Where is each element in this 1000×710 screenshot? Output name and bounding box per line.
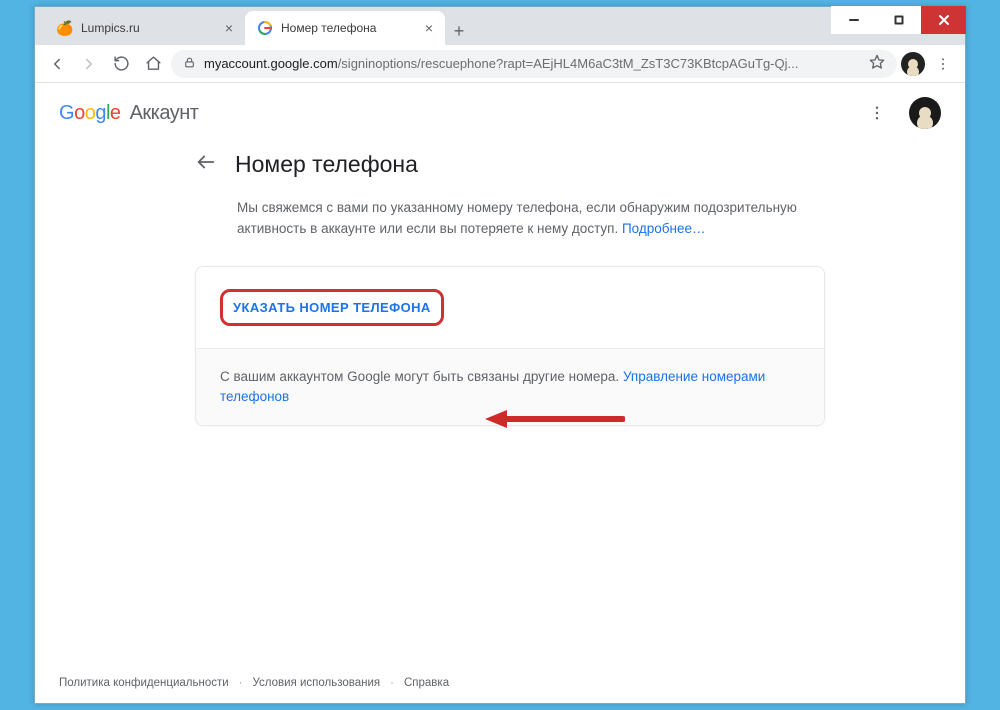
back-button[interactable]: [43, 50, 71, 78]
url-text: myaccount.google.com/signinoptions/rescu…: [204, 56, 861, 71]
back-arrow-icon[interactable]: [195, 151, 217, 178]
help-link[interactable]: Справка: [404, 677, 449, 689]
google-favicon-icon: [257, 20, 273, 36]
tab-phone-number[interactable]: Номер телефона ×: [245, 11, 445, 45]
home-button[interactable]: [139, 50, 167, 78]
browser-toolbar: myaccount.google.com/signinoptions/rescu…: [35, 45, 965, 83]
card-info: С вашим аккаунтом Google могут быть связ…: [196, 348, 824, 426]
minimize-button[interactable]: [831, 6, 876, 34]
browser-window: 🍊 Lumpics.ru × Номер телефона × + myacco…: [34, 6, 966, 704]
header-menu-button[interactable]: [863, 99, 891, 127]
page-footer: Политика конфиденциальности · Условия ис…: [59, 677, 449, 689]
window-controls: [831, 6, 966, 34]
tab-title: Lumpics.ru: [81, 21, 217, 35]
star-icon[interactable]: [869, 54, 885, 73]
learn-more-link[interactable]: Подробнее…: [622, 221, 706, 236]
close-window-button[interactable]: [921, 6, 966, 34]
new-tab-button[interactable]: +: [445, 17, 473, 45]
address-bar[interactable]: myaccount.google.com/signinoptions/rescu…: [171, 50, 897, 78]
tab-close-icon[interactable]: ×: [425, 20, 433, 36]
tab-strip: 🍊 Lumpics.ru × Номер телефона × +: [35, 7, 965, 45]
phone-card: УКАЗАТЬ НОМЕР ТЕЛЕФОНА С вашим аккаунтом…: [195, 266, 825, 427]
terms-link[interactable]: Условия использования: [253, 677, 381, 689]
reload-button[interactable]: [107, 50, 135, 78]
profile-avatar-small[interactable]: [901, 52, 925, 76]
google-header: Google Аккаунт: [35, 83, 965, 143]
tab-title: Номер телефона: [281, 21, 417, 35]
lumpics-favicon-icon: 🍊: [57, 20, 73, 36]
forward-button[interactable]: [75, 50, 103, 78]
account-avatar[interactable]: [909, 97, 941, 129]
page-description: Мы свяжемся с вами по указанному номеру …: [237, 198, 847, 240]
tab-lumpics[interactable]: 🍊 Lumpics.ru ×: [45, 11, 245, 45]
add-phone-button[interactable]: УКАЗАТЬ НОМЕР ТЕЛЕФОНА: [220, 289, 444, 326]
browser-menu-button[interactable]: [929, 50, 957, 78]
privacy-link[interactable]: Политика конфиденциальности: [59, 677, 229, 689]
tab-close-icon[interactable]: ×: [225, 20, 233, 36]
page-content: Google Аккаунт Номер телефона Мы свяжемс…: [35, 83, 965, 703]
google-account-logo[interactable]: Google Аккаунт: [59, 102, 198, 125]
page-title: Номер телефона: [235, 151, 418, 178]
maximize-button[interactable]: [876, 6, 921, 34]
lock-icon: [183, 56, 196, 72]
